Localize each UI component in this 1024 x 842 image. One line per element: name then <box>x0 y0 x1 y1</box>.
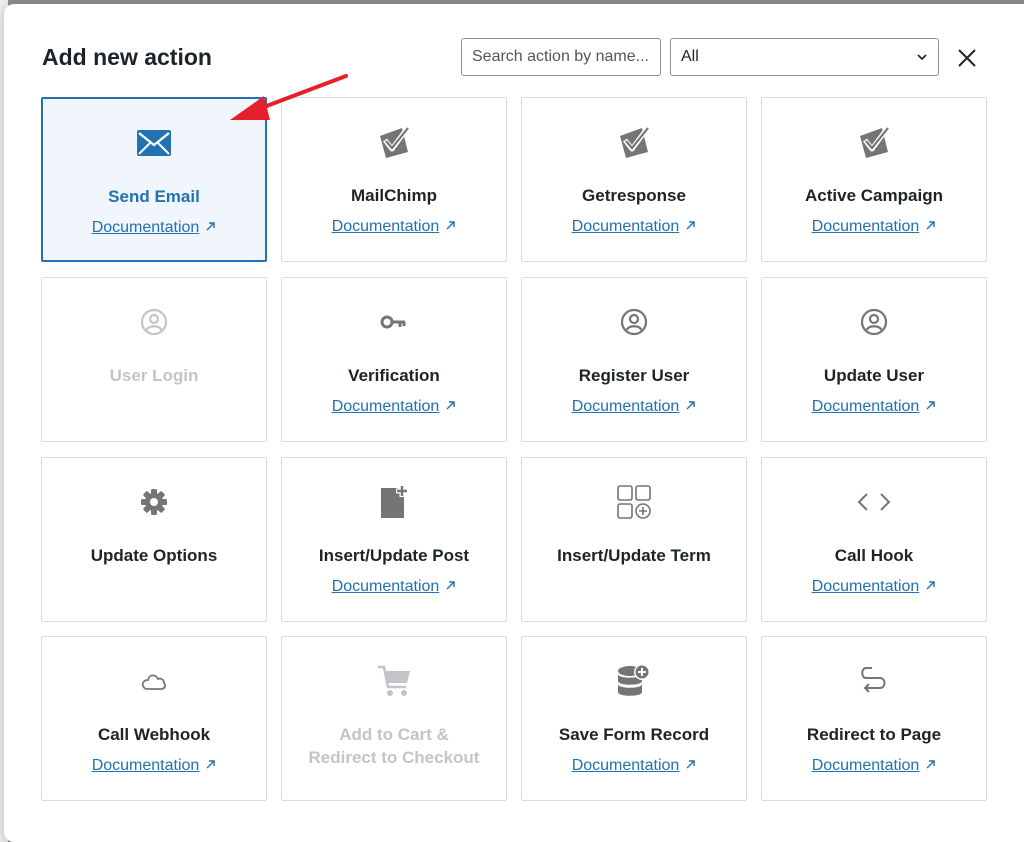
action-card-insert-update-post[interactable]: Insert/Update Post Documentation <box>281 457 507 622</box>
documentation-link[interactable]: Documentation <box>762 578 986 596</box>
external-link-icon <box>199 219 216 236</box>
external-link-icon <box>919 218 936 235</box>
documentation-link-label: Documentation <box>91 219 200 236</box>
cloud-icon <box>42 661 266 701</box>
external-link-icon <box>919 398 936 415</box>
documentation-link-label: Documentation <box>811 218 920 235</box>
documentation-link[interactable]: Documentation <box>42 757 266 775</box>
documentation-link-label: Documentation <box>811 757 920 774</box>
redirect-icon <box>762 661 986 701</box>
documentation-link[interactable]: Documentation <box>522 757 746 775</box>
action-card-verification[interactable]: Verification Documentation <box>281 277 507 442</box>
documentation-link-label: Documentation <box>331 578 440 595</box>
external-link-icon <box>679 218 696 235</box>
external-link-icon <box>679 398 696 415</box>
documentation-link[interactable]: Documentation <box>762 218 986 236</box>
action-card-update-user[interactable]: Update User Documentation <box>761 277 987 442</box>
action-card-label: Call Hook <box>834 546 914 565</box>
action-card-register-user[interactable]: Register User Documentation <box>521 277 747 442</box>
code-brackets-icon <box>762 482 986 522</box>
add-action-modal: Add new action All Send Email Documentati… <box>4 4 1024 842</box>
action-card-call-webhook[interactable]: Call Webhook Documentation <box>41 636 267 801</box>
cart-icon <box>282 661 506 701</box>
action-card-label: User Login <box>109 366 199 385</box>
external-link-icon <box>919 578 936 595</box>
action-card-label: Update Options <box>90 546 218 565</box>
action-card-label: Call Webhook <box>97 725 211 744</box>
action-card-label-line: Redirect to Checkout <box>308 748 480 767</box>
close-button[interactable] <box>955 46 979 70</box>
grid-plus-icon <box>522 482 746 522</box>
search-input[interactable] <box>461 38 661 76</box>
documentation-link[interactable]: Documentation <box>762 398 986 416</box>
action-card-label: Verification <box>348 366 440 385</box>
external-link-icon <box>439 398 456 415</box>
filter-selected-value: All <box>681 48 699 65</box>
documentation-link-label: Documentation <box>331 218 440 235</box>
chevron-down-icon <box>917 54 927 61</box>
action-card-label: Add to Cart & Redirect to Checkout <box>290 723 498 769</box>
action-card-add-to-cart-and-redirect-to-checkout: Add to Cart & Redirect to Checkout <box>281 636 507 801</box>
action-card-label: Send Email <box>108 187 200 206</box>
action-card-label: Update User <box>823 366 925 385</box>
envelope-icon <box>43 123 265 163</box>
action-card-insert-update-term[interactable]: Insert/Update Term <box>521 457 747 622</box>
action-grid: Send Email Documentation MailChimp Documen… <box>41 97 991 807</box>
action-card-user-login: User Login <box>41 277 267 442</box>
check-envelope-icon <box>522 122 746 162</box>
documentation-link[interactable]: Documentation <box>282 578 506 596</box>
check-envelope-icon <box>282 122 506 162</box>
documentation-link[interactable]: Documentation <box>282 398 506 416</box>
action-card-label: Insert/Update Term <box>557 546 711 565</box>
documentation-link-label: Documentation <box>331 398 440 415</box>
documentation-link[interactable]: Documentation <box>282 218 506 236</box>
documentation-link-label: Documentation <box>811 398 920 415</box>
documentation-link-label: Documentation <box>91 757 200 774</box>
documentation-link[interactable]: Documentation <box>762 757 986 775</box>
external-link-icon <box>439 578 456 595</box>
action-card-label: Active Campaign <box>805 186 943 205</box>
external-link-icon <box>199 757 216 774</box>
action-card-label: Getresponse <box>582 186 686 205</box>
user-circle-icon <box>42 302 266 342</box>
action-card-label-line: Add to Cart & <box>339 725 449 744</box>
check-envelope-icon <box>762 122 986 162</box>
annotation-arrow <box>230 74 348 120</box>
user-circle-icon <box>522 302 746 342</box>
external-link-icon <box>919 757 936 774</box>
action-card-label: Save Form Record <box>558 725 710 744</box>
user-circle-icon <box>762 302 986 342</box>
documentation-link[interactable]: Documentation <box>43 219 265 237</box>
filter-select[interactable]: All <box>670 38 939 76</box>
external-link-icon <box>679 757 696 774</box>
documentation-link-label: Documentation <box>571 398 680 415</box>
documentation-link[interactable]: Documentation <box>522 398 746 416</box>
modal-title: Add new action <box>42 44 212 70</box>
external-link-icon <box>439 218 456 235</box>
documentation-link-label: Documentation <box>811 578 920 595</box>
database-plus-icon <box>522 661 746 701</box>
action-card-label: Register User <box>578 366 690 385</box>
document-plus-icon <box>282 482 506 522</box>
action-card-getresponse[interactable]: Getresponse Documentation <box>521 97 747 262</box>
documentation-link-label: Documentation <box>571 757 680 774</box>
action-card-call-hook[interactable]: Call Hook Documentation <box>761 457 987 622</box>
action-card-save-form-record[interactable]: Save Form Record Documentation <box>521 636 747 801</box>
gear-icon <box>42 482 266 522</box>
action-card-redirect-to-page[interactable]: Redirect to Page Documentation <box>761 636 987 801</box>
key-icon <box>282 302 506 342</box>
action-card-update-options[interactable]: Update Options <box>41 457 267 622</box>
documentation-link-label: Documentation <box>571 218 680 235</box>
action-card-active-campaign[interactable]: Active Campaign Documentation <box>761 97 987 262</box>
action-card-label: MailChimp <box>351 186 437 205</box>
action-card-label: Insert/Update Post <box>318 546 470 565</box>
documentation-link[interactable]: Documentation <box>522 218 746 236</box>
action-card-label: Redirect to Page <box>806 725 942 744</box>
